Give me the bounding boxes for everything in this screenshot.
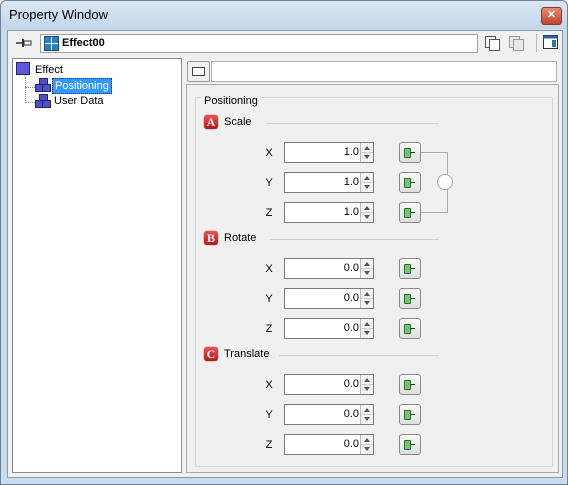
- node-cubes-icon: [35, 94, 51, 108]
- close-button[interactable]: ✕: [541, 7, 562, 25]
- scale-link-icon[interactable]: [437, 174, 453, 190]
- spinner[interactable]: [360, 259, 373, 278]
- spinner[interactable]: [360, 289, 373, 308]
- keyframe-icon: [404, 380, 415, 390]
- properties-panel: Positioning A Scale X 1.0 Y 1.0 Z 1.0 B …: [186, 84, 559, 473]
- tree-item-positioning[interactable]: Positioning: [52, 78, 112, 94]
- keyframe-button[interactable]: [399, 434, 421, 455]
- panel-header-field: [211, 61, 557, 82]
- keyframe-button[interactable]: [399, 172, 421, 193]
- toolbar: Effect00: [8, 31, 562, 55]
- keyframe-button[interactable]: [399, 258, 421, 279]
- keyframe-button[interactable]: [399, 318, 421, 339]
- keyframe-icon: [404, 410, 415, 420]
- toolbar-separator: [536, 34, 537, 52]
- property-window: Property Window ✕ Effect00 Effect Positi…: [0, 0, 568, 485]
- spinner[interactable]: [360, 435, 373, 454]
- keyframe-icon: [404, 178, 415, 188]
- section-label-scale: Scale: [224, 116, 252, 128]
- node-cubes-icon: [35, 78, 51, 92]
- tree-item-effect[interactable]: Effect: [35, 63, 63, 77]
- scale-z-field[interactable]: 1.0: [284, 202, 374, 223]
- effect-root-icon: [16, 62, 31, 76]
- node-tree[interactable]: Effect Positioning User Data: [12, 58, 182, 473]
- translate-z-field[interactable]: 0.0: [284, 434, 374, 455]
- translate-y-field[interactable]: 0.0: [284, 404, 374, 425]
- axis-label: Y: [265, 409, 273, 421]
- keyframe-icon: [404, 324, 415, 334]
- axis-label: Z: [265, 207, 273, 219]
- tree-item-user-data[interactable]: User Data: [54, 94, 104, 108]
- axis-label: X: [265, 263, 273, 275]
- axis-label: X: [265, 379, 273, 391]
- window-menu-icon[interactable]: [543, 35, 559, 50]
- keyframe-button[interactable]: [399, 374, 421, 395]
- keyframe-icon: [404, 264, 415, 274]
- keyframe-button[interactable]: [399, 202, 421, 223]
- title-bar[interactable]: Property Window ✕: [1, 1, 567, 29]
- spinner[interactable]: [360, 143, 373, 162]
- spinner[interactable]: [360, 203, 373, 222]
- axis-label: X: [265, 147, 273, 159]
- axis-label: Z: [265, 323, 273, 335]
- group-title: Positioning: [202, 95, 260, 107]
- spinner[interactable]: [360, 405, 373, 424]
- rotate-z-field[interactable]: 0.0: [284, 318, 374, 339]
- keyframe-button[interactable]: [399, 404, 421, 425]
- spinner[interactable]: [360, 319, 373, 338]
- badge-c: C: [204, 347, 218, 361]
- positioning-group: [195, 97, 553, 467]
- keyframe-icon: [404, 208, 415, 218]
- panel-toggle-button[interactable]: [187, 61, 210, 82]
- window-client: Effect00 Effect Positioning User Data Po…: [7, 30, 563, 478]
- copy-button[interactable]: [484, 35, 500, 51]
- pin-icon[interactable]: [16, 36, 32, 50]
- axis-label: Y: [265, 293, 273, 305]
- axis-label: Y: [265, 177, 273, 189]
- window-title: Property Window: [9, 7, 108, 22]
- spinner[interactable]: [360, 173, 373, 192]
- section-label-rotate: Rotate: [224, 232, 257, 244]
- keyframe-icon: [404, 440, 415, 450]
- effect-selector[interactable]: Effect00: [40, 34, 478, 53]
- axis-label: Z: [265, 439, 273, 451]
- paste-button[interactable]: [508, 35, 524, 51]
- translate-x-field[interactable]: 0.0: [284, 374, 374, 395]
- rotate-x-field[interactable]: 0.0: [284, 258, 374, 279]
- effect-name: Effect00: [62, 37, 105, 49]
- keyframe-icon: [404, 294, 415, 304]
- scale-y-field[interactable]: 1.0: [284, 172, 374, 193]
- badge-b: B: [204, 231, 218, 245]
- effect-icon: [44, 36, 59, 51]
- badge-a: A: [204, 115, 218, 129]
- spinner[interactable]: [360, 375, 373, 394]
- scale-x-field[interactable]: 1.0: [284, 142, 374, 163]
- keyframe-button[interactable]: [399, 288, 421, 309]
- keyframe-button[interactable]: [399, 142, 421, 163]
- keyframe-icon: [404, 148, 415, 158]
- section-label-translate: Translate: [224, 348, 270, 360]
- rotate-y-field[interactable]: 0.0: [284, 288, 374, 309]
